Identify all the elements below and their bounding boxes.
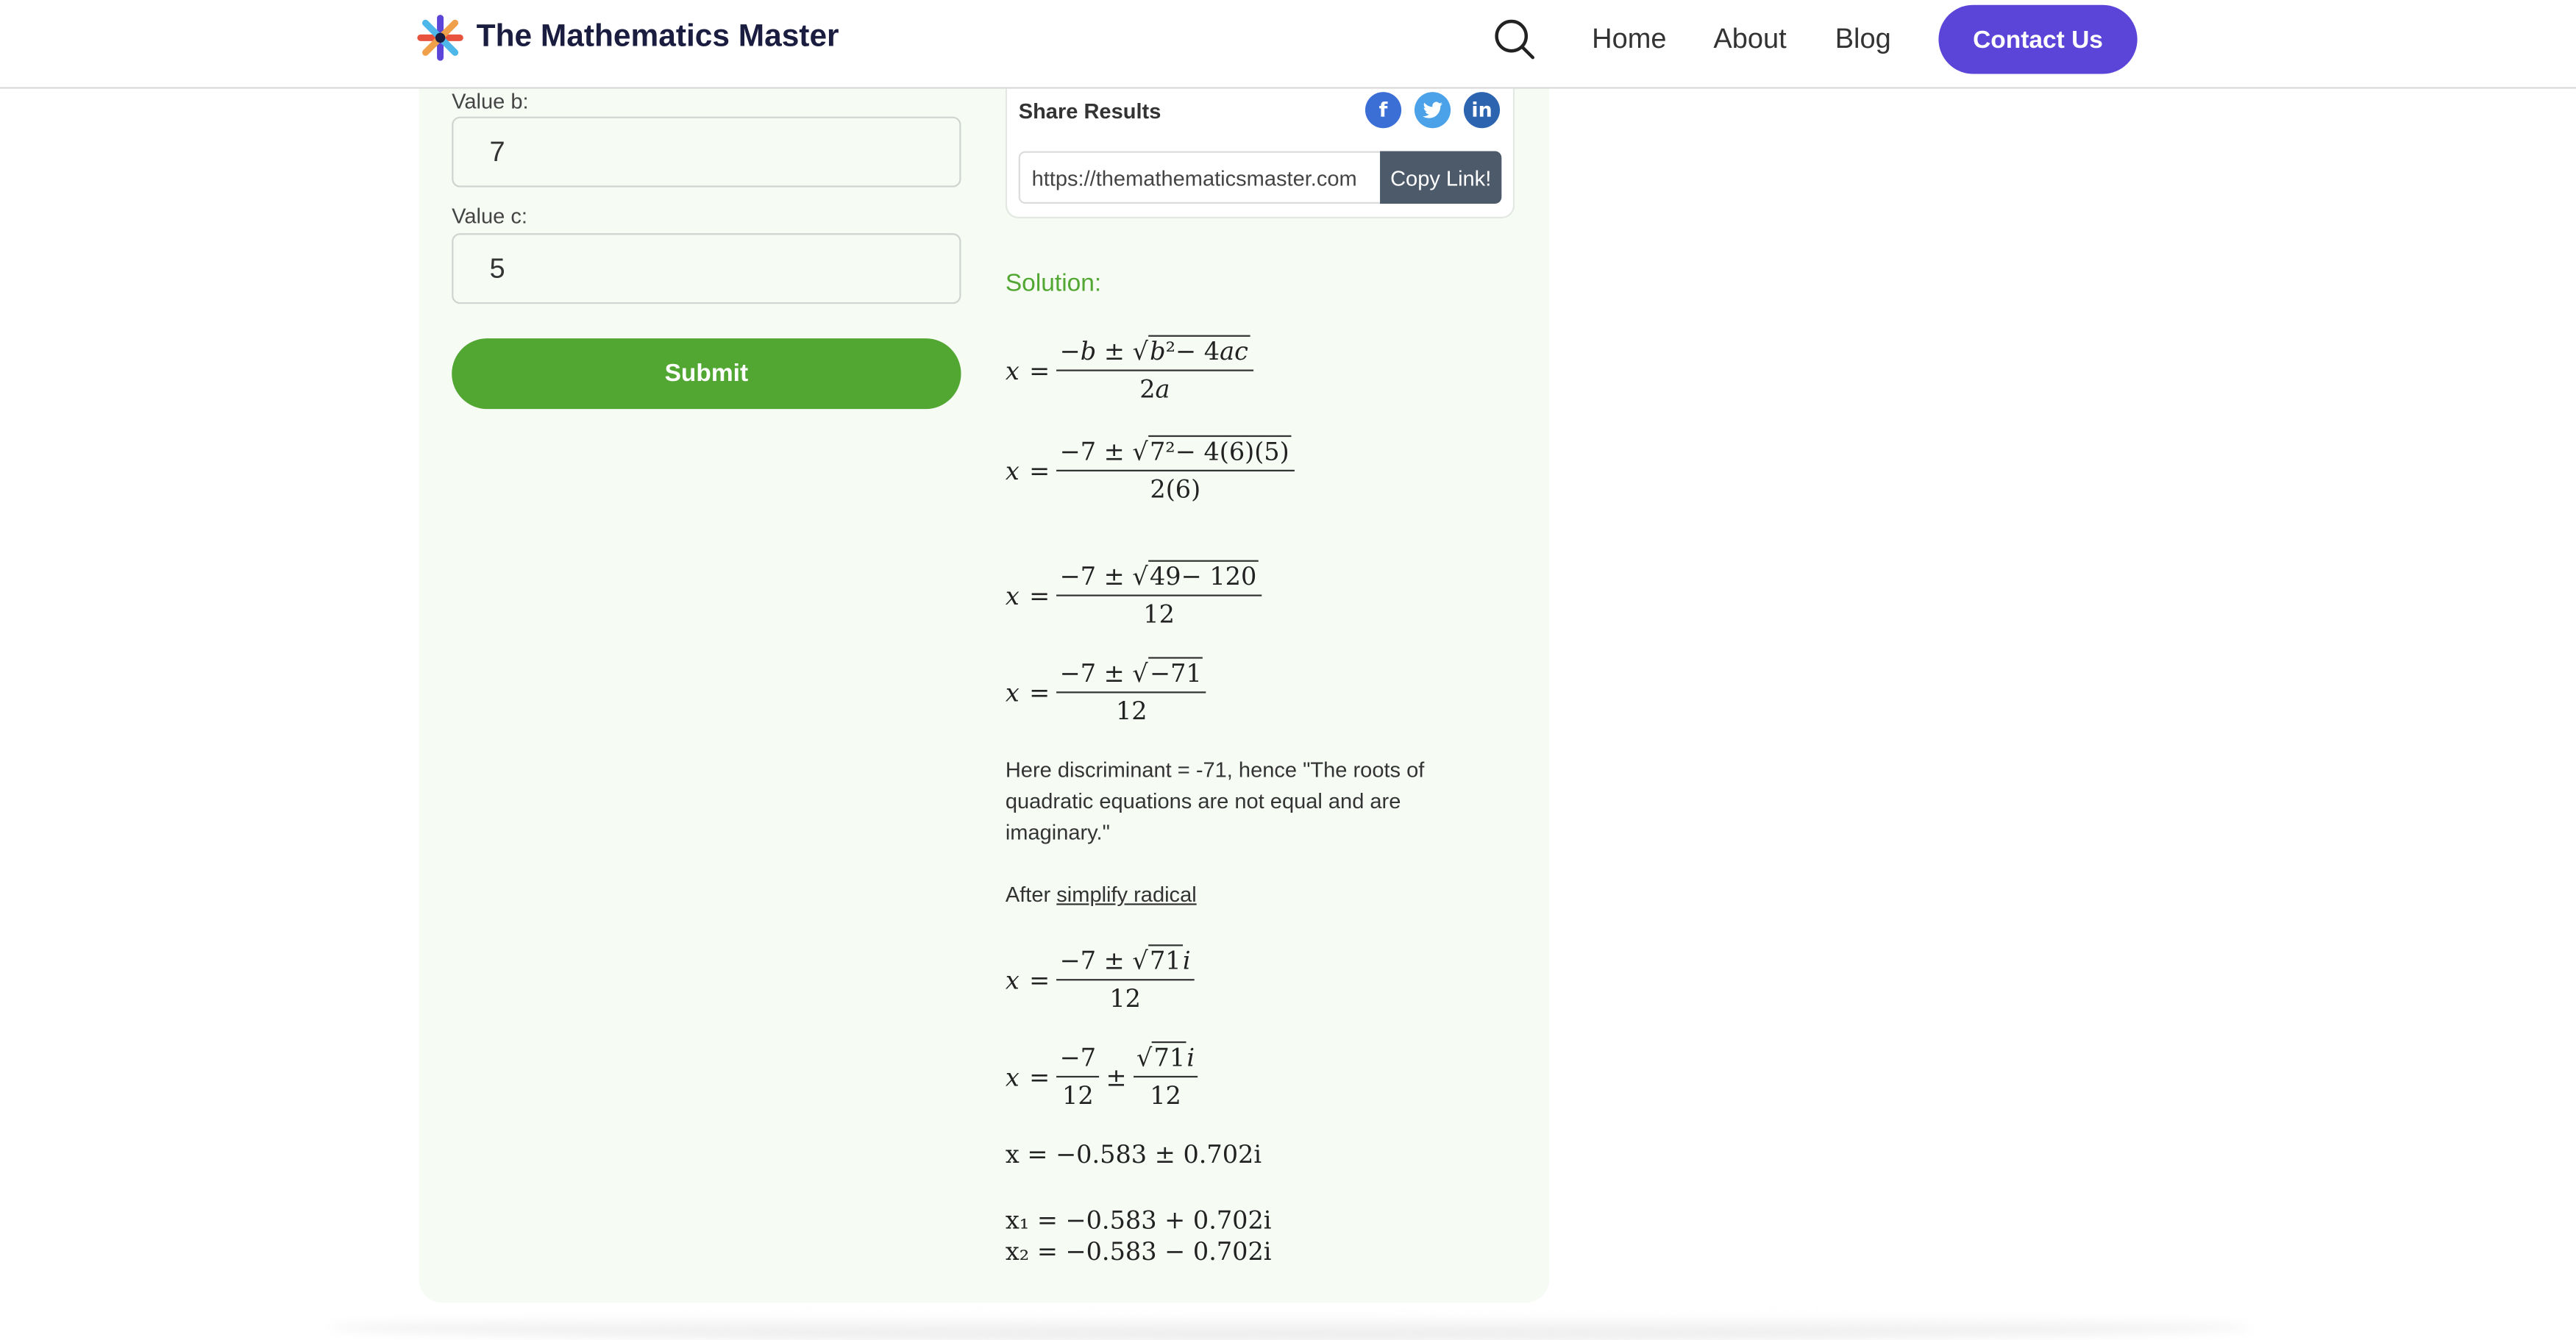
share-url-field[interactable]: https://themathematicsmaster.com — [1018, 151, 1382, 204]
brand-name[interactable]: The Mathematics Master — [477, 20, 839, 56]
facebook-icon[interactable]: f — [1365, 92, 1402, 129]
nav-home[interactable]: Home — [1592, 23, 1666, 56]
formula-simplified: x = −7 ± √ 71 i 12 — [1006, 944, 1200, 1013]
after-label: After — [1005, 882, 1051, 907]
after-simplify-text: After simplify radical — [1006, 879, 1465, 910]
asterisk-logo-icon[interactable] — [416, 13, 465, 63]
discriminant-text: Here discriminant = -71, hence "The root… — [1005, 757, 1425, 844]
simplify-radical-link[interactable]: simplify radical — [1056, 882, 1196, 907]
value-c-label: Value c: — [452, 203, 527, 229]
formula-split: x = −7 12 ± √ 71 i 12 — [1006, 1041, 1205, 1111]
nav-about[interactable]: About — [1713, 23, 1786, 56]
footer-shadow — [328, 1314, 2251, 1340]
value-c-input[interactable]: 5 — [452, 233, 961, 304]
value-b-input[interactable]: 7 — [452, 116, 961, 188]
solution-title: Solution: — [1005, 269, 1102, 298]
page: The Mathematics Master Home About Blog C… — [0, 0, 2576, 1340]
formula-substituted: x = −7 ± √ 7²− 4(6)(5) 2(6) — [1006, 435, 1301, 505]
formula-step-4: x = −7 ± √ −71 12 — [1006, 657, 1213, 726]
root-2: x₂ = −0.583 − 0.702i — [1005, 1236, 1272, 1266]
nav-blog[interactable]: Blog — [1835, 23, 1891, 56]
submit-button[interactable]: Submit — [452, 338, 961, 410]
site-header: The Mathematics Master Home About Blog C… — [0, 0, 2576, 89]
formula-decimal: x = −0.583 ± 0.702i — [1005, 1139, 1262, 1170]
twitter-icon[interactable] — [1414, 92, 1451, 129]
copy-link-button[interactable]: Copy Link! — [1380, 151, 1502, 204]
value-b-label: Value b: — [452, 88, 529, 114]
linkedin-icon[interactable]: in — [1463, 92, 1501, 129]
contact-us-button[interactable]: Contact Us — [1938, 4, 2138, 74]
share-results-title: Share Results — [1018, 99, 1161, 124]
formula-step-3: x = −7 ± √ 49− 120 12 — [1006, 560, 1268, 629]
root-1: x₁ = −0.583 + 0.702i — [1005, 1205, 1272, 1236]
search-icon[interactable] — [1493, 18, 1536, 61]
formula-general: x = −b ± √ b²− 4ac 2a — [1006, 335, 1260, 404]
